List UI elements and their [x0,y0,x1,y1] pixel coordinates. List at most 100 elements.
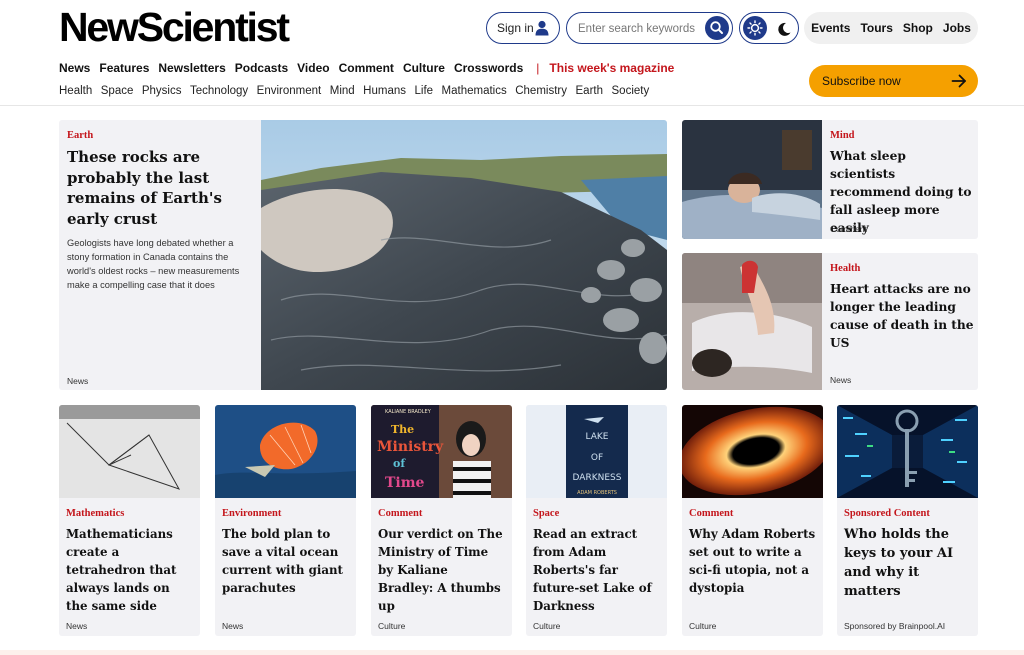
topic-society[interactable]: Society [612,85,650,100]
nav-news[interactable]: News [59,61,90,75]
topic-mathematics[interactable]: Mathematics [442,85,507,100]
lead-story-card[interactable]: Earth These rocks are probably the last … [59,120,667,390]
subscribe-label: Subscribe now [822,74,901,88]
story-content-type: News [66,621,88,631]
topic-mind[interactable]: Mind [330,85,355,100]
book-title-word: The [391,423,414,436]
book-title-word: of [393,457,406,470]
theme-toggle[interactable] [739,12,799,44]
nav-podcasts[interactable]: Podcasts [235,61,288,75]
topic-space[interactable]: Space [101,85,134,100]
story-standfirst: Geologists have long debated whether a s… [67,238,240,290]
book-title-word: OF [591,453,603,463]
utility-nav: Events Tours Shop Jobs [804,12,978,44]
story-kicker[interactable]: Earth [67,130,93,141]
story-kicker[interactable]: Sponsored Content [844,508,930,519]
grid-story-card[interactable]: Environment The bold plan to save a vita… [215,405,356,636]
story-headline[interactable]: Heart attacks are no longer the leading … [830,280,975,352]
story-kicker[interactable]: Comment [689,508,733,519]
story-kicker[interactable]: Space [533,508,559,519]
search-input[interactable] [578,20,698,37]
site-header: NewScientist Sign in Enter search keywor… [0,0,1024,106]
search-icon [710,21,723,34]
story-kicker[interactable]: Mind [830,130,855,141]
arrow-right-icon [951,74,966,88]
story-headline[interactable]: Read an extract from Adam Roberts's far … [533,525,661,615]
user-icon [535,20,549,36]
sun-icon [747,20,763,36]
side-story-card[interactable]: Health Heart attacks are no longer the l… [682,253,978,390]
nav-comment[interactable]: Comment [339,61,394,75]
utility-link-tours[interactable]: Tours [860,21,892,35]
story-headline[interactable]: These rocks are probably the last remain… [67,147,257,229]
story-content-type: Comment [830,224,867,234]
side-story-card[interactable]: Mind What sleep scientists recommend doi… [682,120,978,239]
utility-link-jobs[interactable]: Jobs [943,21,971,35]
book-title-word: DARKNESS [573,473,622,483]
story-kicker[interactable]: Environment [222,508,281,519]
ministry-of-time-image[interactable]: KALIANE BRADLEY The Ministry of Time [371,405,512,498]
topic-technology[interactable]: Technology [190,85,248,100]
story-headline[interactable]: Mathematicians create a tetrahedron that… [66,525,194,615]
nav-separator: | [536,61,540,75]
site-logo[interactable]: NewScientist [59,4,290,51]
topic-life[interactable]: Life [415,85,434,100]
nav-culture[interactable]: Culture [403,61,445,75]
nav-video[interactable]: Video [297,61,329,75]
topic-earth[interactable]: Earth [576,85,604,100]
topic-chemistry[interactable]: Chemistry [515,85,567,100]
tetrahedron-image[interactable] [59,405,200,498]
subscribe-button[interactable]: Subscribe now [809,65,978,97]
nav-newsletters[interactable]: Newsletters [158,61,225,75]
ocean-parachute-image[interactable] [215,405,356,498]
topic-physics[interactable]: Physics [142,85,182,100]
book-title-word: Ministry [377,439,444,455]
utility-link-events[interactable]: Events [811,21,850,35]
utility-link-shop[interactable]: Shop [903,21,933,35]
topic-nav: Health Space Physics Technology Environm… [59,85,658,100]
ai-keys-image[interactable] [837,405,978,498]
story-content-type: News [222,621,244,631]
story-headline[interactable]: Why Adam Roberts set out to write a sci-… [689,525,817,597]
nav-crosswords[interactable]: Crosswords [454,61,523,75]
book-author-text: KALIANE BRADLEY [385,409,432,415]
topic-health[interactable]: Health [59,85,92,100]
sign-in-label: Sign in [497,21,534,35]
moon-icon[interactable] [773,18,795,40]
heart-attack-image[interactable] [682,253,822,390]
story-content-type: Culture [689,621,717,631]
light-mode-button[interactable] [743,16,767,40]
lead-story-image[interactable] [261,120,667,390]
grid-story-card[interactable]: Mathematics Mathematicians create a tetr… [59,405,200,636]
black-hole-image[interactable] [682,405,823,498]
search-box [566,12,733,44]
search-button[interactable] [705,16,729,40]
story-kicker[interactable]: Mathematics [66,508,124,519]
lake-of-darkness-image[interactable]: LAKE OF DARKNESS ADAM ROBERTS [526,405,667,498]
book-title-word: LAKE [586,432,609,442]
sleep-image[interactable] [682,120,822,239]
grid-story-card[interactable]: LAKE OF DARKNESS ADAM ROBERTS Space Read… [526,405,667,636]
story-kicker[interactable]: Comment [378,508,422,519]
story-kicker[interactable]: Health [830,263,860,274]
sponsored-story-card[interactable]: Sponsored Content Who holds the keys to … [837,405,978,636]
book-title-word: Time [385,475,425,491]
topic-humans[interactable]: Humans [363,85,406,100]
main-nav: News Features Newsletters Podcasts Video… [59,60,674,76]
sign-in-button[interactable]: Sign in [486,12,560,44]
page-bottom-band [0,650,1024,655]
story-headline[interactable]: The bold plan to save a vital ocean curr… [222,525,350,597]
nav-this-weeks-magazine[interactable]: This week's magazine [549,61,674,75]
nav-features[interactable]: Features [99,61,149,75]
grid-story-card[interactable]: KALIANE BRADLEY The Ministry of Time Com… [371,405,512,636]
story-content-type: News [830,375,852,385]
story-headline[interactable]: Our verdict on The Ministry of Time by K… [378,525,506,615]
story-headline[interactable]: Who holds the keys to your AI and why it… [844,525,972,601]
story-content-type: Culture [533,621,561,631]
story-content-type: News [67,376,89,386]
sponsor-credit: Sponsored by Brainpool.AI [844,621,946,631]
grid-story-card[interactable]: Comment Why Adam Roberts set out to writ… [682,405,823,636]
book-author-text: ADAM ROBERTS [577,490,617,496]
story-content-type: Culture [378,621,406,631]
topic-environment[interactable]: Environment [257,85,322,100]
